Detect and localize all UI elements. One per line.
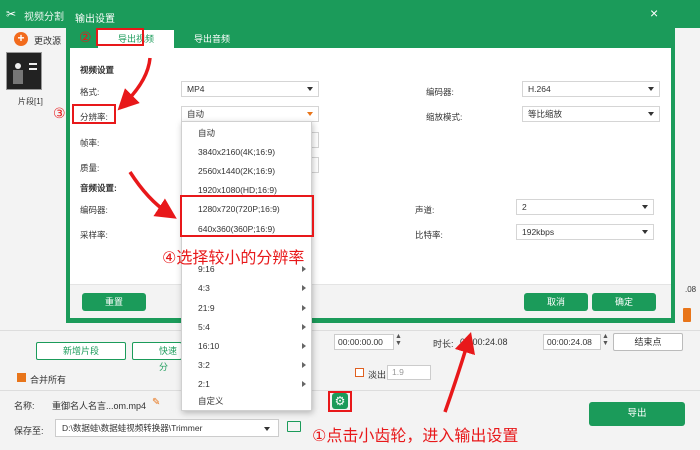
annotation-arrows: [117, 57, 476, 413]
arrow-step-1: [443, 331, 476, 413]
arrow-step-3: [117, 57, 152, 111]
arrow-step-4: [128, 171, 177, 219]
